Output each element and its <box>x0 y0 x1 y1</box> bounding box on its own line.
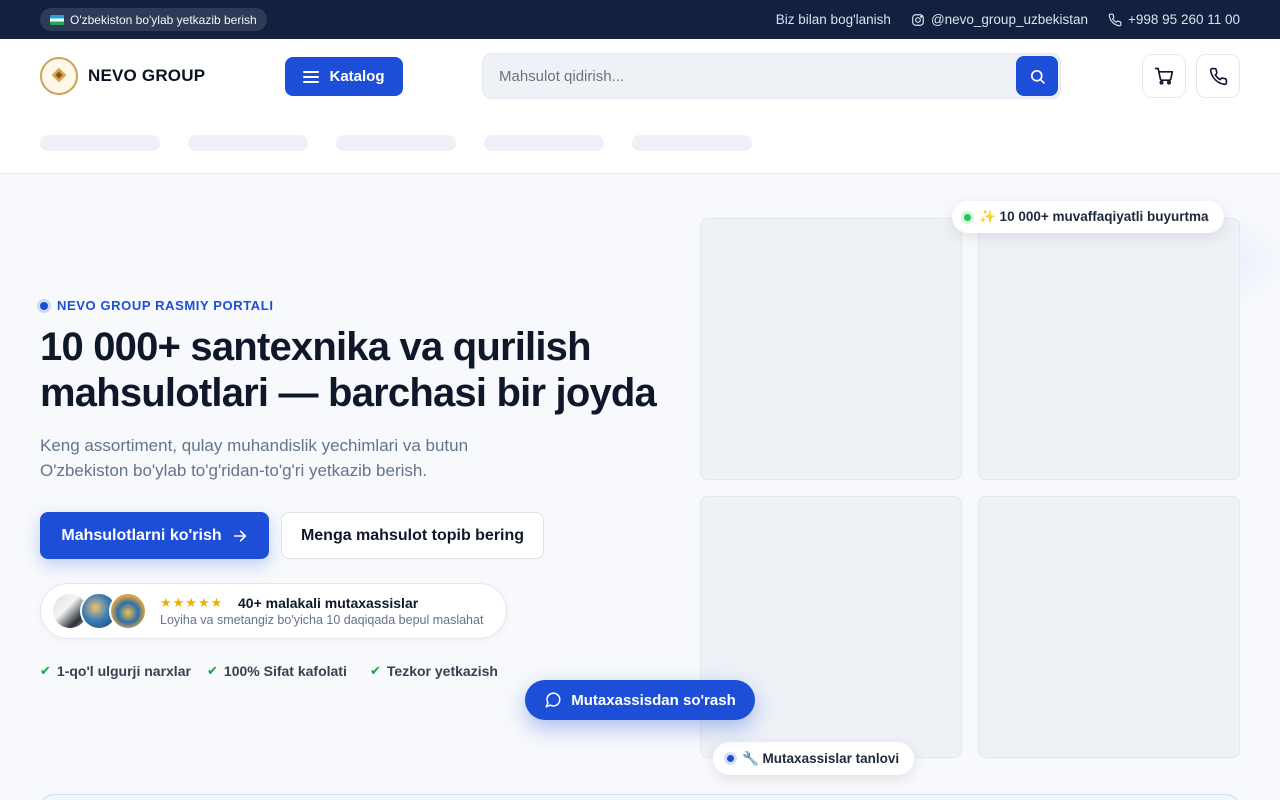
hero-subtitle: Keng assortiment, qulay muhandislik yech… <box>40 436 469 480</box>
status-dot-icon <box>727 755 734 762</box>
nav-skeleton <box>40 135 160 151</box>
phone-icon <box>1108 13 1122 26</box>
nav-skeleton <box>484 135 604 151</box>
menu-icon <box>303 70 320 83</box>
instagram-icon <box>912 13 924 26</box>
feature-item: ✔ Tezkor yetkazish <box>370 663 498 679</box>
experts-choice-badge: 🔧 Mutaxassislar tanlovi <box>713 742 915 775</box>
check-icon: ✔ <box>370 663 381 678</box>
check-icon: ✔ <box>40 663 51 678</box>
product-image-placeholder <box>700 218 962 480</box>
search-icon <box>1030 69 1045 84</box>
ask-expert-button[interactable]: Mutaxassisdan so'rash <box>525 680 755 720</box>
delivery-text: O'zbekiston bo'ylab yetkazib berish <box>70 12 257 27</box>
hero-tag: NEVO GROUP RASMIY PORTALI <box>40 298 274 313</box>
rating-stars: ★★★★★ <box>160 595 224 610</box>
view-products-button[interactable]: Mahsulotlarni ko'rish <box>40 512 269 559</box>
orders-badge: ✨ 10 000+ muvaffaqiyatli buyurtma <box>952 201 1224 233</box>
search-button[interactable] <box>1016 56 1058 96</box>
view-products-label: Mahsulotlarni ko'rish <box>61 526 222 544</box>
hero-tag-text: NEVO GROUP RASMIY PORTALI <box>57 298 274 313</box>
find-product-button[interactable]: Menga mahsulot topib bering <box>281 512 544 559</box>
feature-item: ✔ 100% Sifat kafolati <box>207 663 347 679</box>
search-input[interactable] <box>499 54 1009 98</box>
phone-number: +998 95 260 11 00 <box>1128 12 1240 27</box>
contact-link[interactable]: Biz bilan bog'lanish <box>776 12 891 27</box>
chat-bubble-icon <box>545 692 561 708</box>
brand-logo[interactable]: NEVO GROUP <box>40 57 205 95</box>
catalog-label: Katalog <box>329 68 385 85</box>
logo-emblem-icon <box>40 57 78 95</box>
cart-icon <box>1154 67 1174 85</box>
top-bar: O'zbekiston bo'ylab yetkazib berish Biz … <box>0 0 1280 39</box>
feature-item: ✔ 1-qo'l ulgurji narxlar <box>40 663 191 679</box>
experts-title: 40+ malakali mutaxassislar <box>238 595 419 611</box>
feature-label: 1-qo'l ulgurji narxlar <box>56 663 191 679</box>
check-icon: ✔ <box>207 663 218 678</box>
phone-icon <box>1209 67 1227 85</box>
product-image-placeholder <box>978 496 1240 758</box>
tag-dot-icon <box>40 301 48 310</box>
instagram-link[interactable]: @nevo_group_uzbekistan <box>911 12 1088 27</box>
nav-skeleton <box>188 135 308 151</box>
experts-card[interactable]: ★★★★★ 40+ malakali mutaxassislar Loyiha … <box>40 583 507 639</box>
experts-choice-text: 🔧 Mutaxassislar tanlovi <box>742 750 900 766</box>
instagram-handle: @nevo_group_uzbekistan <box>930 12 1089 27</box>
experts-subtitle: Loyiha va smetangiz bo'yicha 10 daqiqada… <box>160 613 484 627</box>
next-section-card <box>40 794 1240 800</box>
arrow-right-icon <box>233 530 246 541</box>
uzbekistan-flag-icon <box>50 14 64 25</box>
ask-expert-label: Mutaxassisdan so'rash <box>571 691 736 709</box>
hero-title: 10 000+ santexnika va qurilish mahsulotl… <box>40 325 657 415</box>
product-image-placeholder <box>978 218 1240 480</box>
nav-skeleton <box>632 135 752 151</box>
cart-button[interactable] <box>1142 54 1186 98</box>
delivery-pill: O'zbekiston bo'ylab yetkazib berish <box>40 8 267 31</box>
site-header: NEVO GROUP Katalog <box>0 39 1280 174</box>
feature-label: Tezkor yetkazish <box>386 663 498 679</box>
orders-badge-text: ✨ 10 000+ muvaffaqiyatli buyurtma <box>979 209 1209 224</box>
feature-label: 100% Sifat kafolati <box>223 663 347 679</box>
catalog-button[interactable]: Katalog <box>285 57 403 96</box>
nav-skeleton <box>336 135 456 151</box>
status-dot-icon <box>964 213 971 221</box>
avatar <box>109 592 147 630</box>
search-bar <box>482 53 1061 99</box>
brand-name: NEVO GROUP <box>88 66 206 85</box>
phone-link[interactable]: +998 95 260 11 00 <box>1108 12 1240 27</box>
call-button[interactable] <box>1196 54 1240 98</box>
